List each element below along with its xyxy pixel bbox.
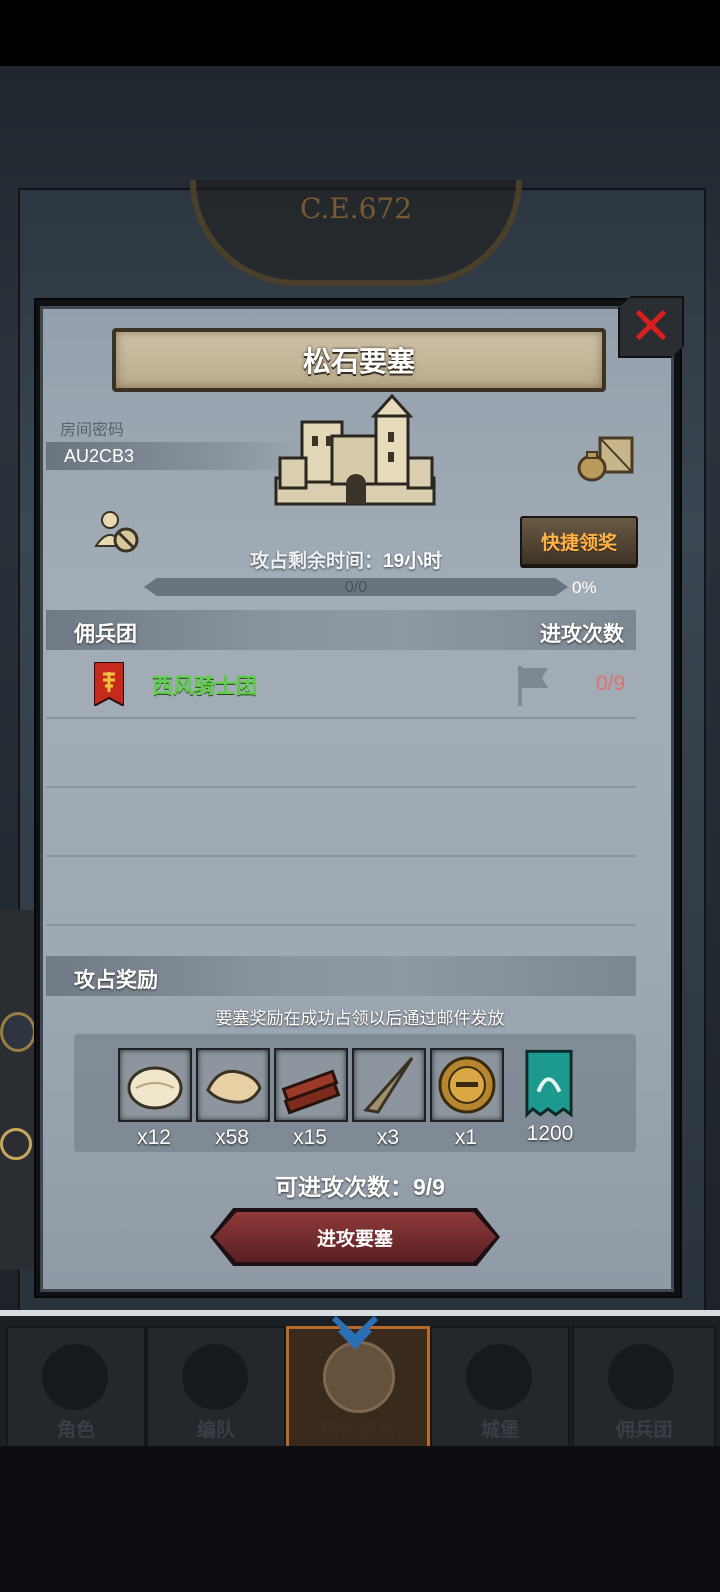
reward-count: x12 bbox=[137, 1126, 171, 1149]
reward-item[interactable]: x12 bbox=[118, 1048, 192, 1150]
quick-claim-label: 快捷领奖 bbox=[540, 532, 617, 554]
mercenary-section-title: 佣兵团 bbox=[74, 623, 137, 646]
era-text: C.E.672 bbox=[299, 192, 413, 225]
nav-item-formation[interactable]: 编队 bbox=[146, 1326, 286, 1448]
formation-icon bbox=[182, 1344, 248, 1410]
guild-attack-count: 0/9 bbox=[596, 672, 626, 695]
reward-item[interactable]: x1 bbox=[430, 1048, 504, 1150]
reward-item[interactable]: x58 bbox=[196, 1048, 270, 1150]
remaining-attempts: 可进攻次数：9/9 bbox=[0, 1168, 720, 1202]
nav-item-mercenary[interactable]: 佣兵团 bbox=[572, 1326, 716, 1448]
reward-count: x15 bbox=[293, 1126, 327, 1149]
nav-label: 城堡 bbox=[480, 1420, 519, 1441]
guild-name[interactable]: 西风骑士团 bbox=[152, 670, 257, 700]
attack-count-header: 进攻次数 bbox=[540, 623, 624, 646]
room-code-value[interactable]: AU2CB3 bbox=[64, 446, 134, 467]
nav-label: 佣兵团 bbox=[615, 1420, 673, 1441]
fortress-title: 松石要塞 bbox=[302, 346, 415, 377]
reward-item[interactable]: x15 bbox=[274, 1048, 348, 1150]
status-bar bbox=[0, 0, 720, 66]
attempts-value: 9/9 bbox=[413, 1174, 445, 1200]
progress-text: 0/0 bbox=[344, 579, 368, 596]
leather-hide-icon bbox=[196, 1048, 270, 1122]
flag-icon bbox=[518, 666, 548, 706]
reward-item[interactable]: 1200 bbox=[514, 1048, 586, 1146]
attack-fortress-button[interactable]: 进攻要塞 bbox=[214, 1212, 496, 1262]
guild-banner-reward-icon bbox=[514, 1048, 584, 1118]
rewards-note: 要塞奖励在成功占领以后通过邮件发放 bbox=[215, 1009, 505, 1028]
rewards-section-title: 攻占奖励 bbox=[74, 969, 158, 992]
close-icon: ✕ bbox=[629, 297, 673, 357]
row-divider bbox=[46, 717, 636, 719]
nav-label: 编队 bbox=[196, 1420, 235, 1441]
horn-icon bbox=[352, 1048, 426, 1122]
reward-count: x58 bbox=[215, 1126, 249, 1149]
remaining-time-value: 19小时 bbox=[383, 551, 443, 572]
nav-label: 角色 bbox=[56, 1420, 95, 1441]
no-entry-user-icon[interactable] bbox=[94, 510, 142, 554]
reward-count: x1 bbox=[454, 1126, 478, 1149]
quick-claim-button[interactable]: 快捷领奖 bbox=[520, 516, 638, 566]
chevron-down-icon bbox=[331, 1315, 379, 1350]
wood-planks-icon bbox=[274, 1048, 348, 1122]
row-divider bbox=[46, 855, 636, 857]
guild-banner-icon bbox=[94, 662, 124, 706]
knight-helmet-medal-icon bbox=[430, 1048, 504, 1122]
room-code-label: 房间密码 bbox=[60, 422, 125, 439]
character-icon bbox=[42, 1344, 108, 1410]
bag-crate-icon[interactable] bbox=[576, 432, 636, 482]
progress-percent: 0% bbox=[572, 578, 597, 597]
title-banner: 松石要塞 bbox=[112, 328, 606, 392]
castle-nav-icon bbox=[466, 1344, 532, 1410]
attack-fortress-label: 进攻要塞 bbox=[316, 1228, 393, 1250]
remaining-time: 攻占剩余时间：19小时 bbox=[250, 546, 442, 573]
nav-item-castle[interactable]: 城堡 bbox=[430, 1326, 570, 1448]
bottom-area bbox=[0, 1446, 720, 1592]
left-side-decoration bbox=[0, 910, 34, 1270]
reward-count: x3 bbox=[376, 1126, 400, 1149]
close-button[interactable]: ✕ bbox=[618, 296, 684, 358]
reward-item[interactable]: x3 bbox=[352, 1048, 426, 1150]
search-icon[interactable] bbox=[0, 1128, 32, 1160]
mercenary-icon bbox=[608, 1344, 674, 1410]
row-divider bbox=[46, 786, 636, 788]
nav-label: 前往群岛 bbox=[319, 1421, 396, 1442]
attempts-label: 可进攻次数： bbox=[275, 1174, 413, 1200]
remaining-time-label: 攻占剩余时间： bbox=[250, 551, 384, 572]
row-divider bbox=[46, 924, 636, 926]
nav-item-character[interactable]: 角色 bbox=[6, 1326, 146, 1448]
castle-icon bbox=[274, 393, 436, 506]
fur-pelt-icon bbox=[118, 1048, 192, 1122]
reward-count: 1200 bbox=[526, 1122, 574, 1145]
